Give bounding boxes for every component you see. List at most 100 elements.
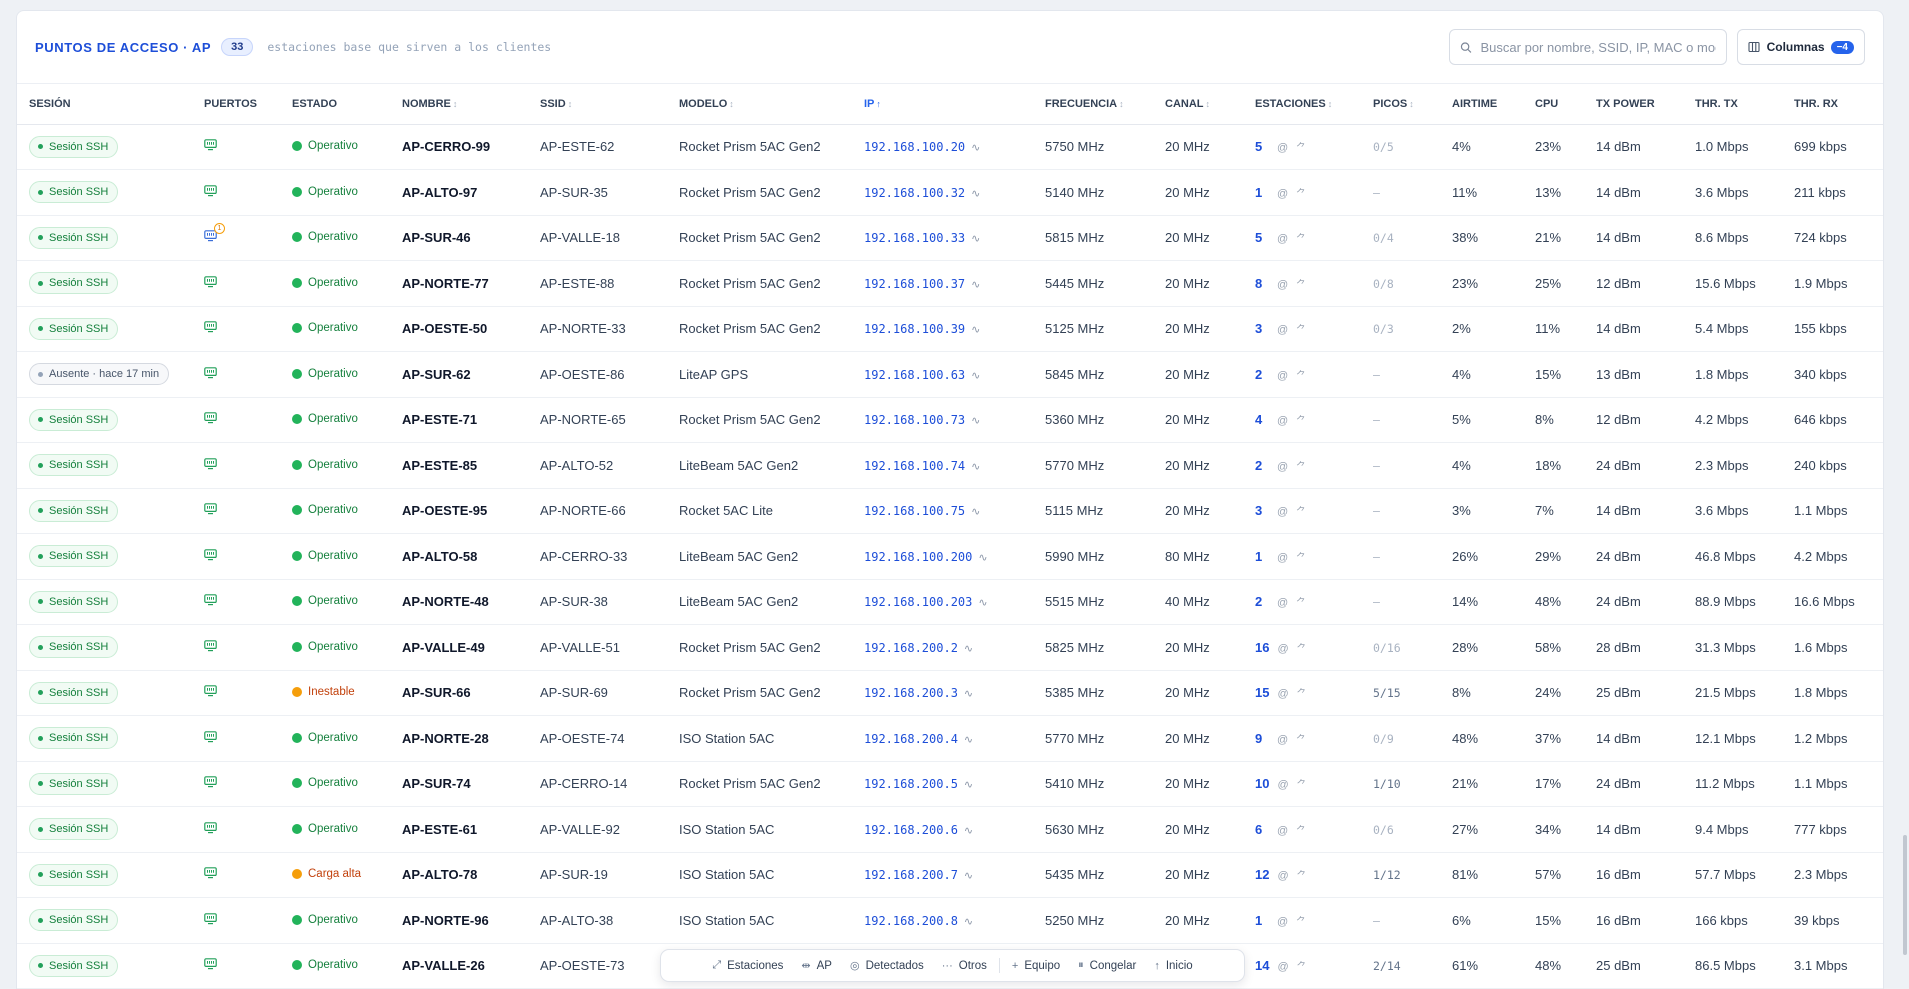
ethernet-port-icon[interactable]: [204, 867, 217, 882]
signal-icon[interactable]: ⺈: [1296, 598, 1306, 609]
ip-link[interactable]: 192.168.200.8: [864, 914, 958, 928]
session-pill[interactable]: Sesión SSH: [29, 636, 119, 659]
ip-link[interactable]: 192.168.200.5: [864, 777, 958, 791]
sort-icon[interactable]: ↕: [1119, 99, 1124, 109]
at-icon[interactable]: @: [1277, 961, 1288, 973]
ip-link[interactable]: 192.168.200.3: [864, 686, 958, 700]
signal-icon[interactable]: ⺈: [1296, 507, 1306, 518]
ip-link[interactable]: 192.168.100.39: [864, 322, 965, 336]
ip-link[interactable]: 192.168.200.7: [864, 868, 958, 882]
at-icon[interactable]: @: [1277, 643, 1288, 655]
at-icon[interactable]: @: [1277, 142, 1288, 154]
ap-name[interactable]: AP-SUR-66: [402, 685, 471, 700]
ethernet-port-icon[interactable]: 1: [204, 223, 225, 245]
ap-name[interactable]: AP-SUR-74: [402, 776, 471, 791]
ethernet-port-icon[interactable]: [204, 503, 217, 518]
signal-icon[interactable]: ⺈: [1296, 416, 1306, 427]
column-header-stations[interactable]: ESTACIONES ↕: [1243, 84, 1361, 125]
toolbar-estaciones-button[interactable]: ⤢ Estaciones: [703, 959, 792, 972]
table-row[interactable]: Sesión SSH Carga alta AP-ALTO-78 AP-SUR-19 I…: [17, 852, 1883, 898]
session-pill[interactable]: Sesión SSH: [29, 272, 119, 295]
ap-name[interactable]: AP-ALTO-97: [402, 185, 477, 200]
toolbar-detectados-button[interactable]: ◎ Detectados: [841, 959, 933, 973]
signal-icon[interactable]: ⺈: [1296, 553, 1306, 564]
stations-count[interactable]: 2: [1255, 458, 1269, 473]
table-row[interactable]: Sesión SSH Operativo AP-NORTE-77 AP-ESTE-88…: [17, 260, 1883, 307]
table-row[interactable]: Sesión SSH Operativo AP-ESTE-85 AP-ALTO-52 L…: [17, 442, 1883, 489]
table-row[interactable]: Sesión SSH Operativo AP-ESTE-71 AP-NORTE-65…: [17, 397, 1883, 443]
table-row[interactable]: Sesión SSH Operativo AP-OESTE-95 AP-NORTE-6…: [17, 488, 1883, 534]
session-pill[interactable]: Sesión SSH: [29, 545, 119, 568]
activity-icon[interactable]: ∿: [964, 825, 973, 837]
stations-count[interactable]: 4: [1255, 412, 1269, 427]
session-pill[interactable]: Sesión SSH: [29, 226, 119, 249]
column-header-ssid[interactable]: SSID ↕: [528, 84, 667, 125]
at-icon[interactable]: @: [1277, 506, 1288, 518]
at-icon[interactable]: @: [1277, 461, 1288, 473]
ip-link[interactable]: 192.168.100.63: [864, 368, 965, 382]
activity-icon[interactable]: ∿: [964, 870, 973, 882]
stations-count[interactable]: 15: [1255, 685, 1269, 700]
column-header-name[interactable]: NOMBRE ↕: [390, 84, 528, 125]
stations-count[interactable]: 3: [1255, 321, 1269, 336]
toolbar-inicio-button[interactable]: ↑ Inicio: [1145, 960, 1201, 972]
columns-button[interactable]: Columnas −4: [1736, 29, 1865, 65]
table-row[interactable]: Sesión SSH Operativo AP-NORTE-96 AP-ALTO-38…: [17, 897, 1883, 944]
at-icon[interactable]: @: [1277, 415, 1288, 427]
at-icon[interactable]: @: [1277, 870, 1288, 882]
ethernet-port-icon[interactable]: [204, 548, 217, 564]
at-icon[interactable]: @: [1277, 734, 1288, 746]
session-pill[interactable]: Sesión SSH: [29, 727, 119, 750]
toolbar-equipo-button[interactable]: + Equipo: [1003, 960, 1069, 972]
signal-icon[interactable]: ⺈: [1297, 962, 1307, 973]
search-box[interactable]: [1448, 29, 1727, 65]
ethernet-port-icon[interactable]: [204, 776, 217, 791]
signal-icon[interactable]: ⺈: [1296, 371, 1306, 382]
column-header-model[interactable]: MODELO ↕: [667, 84, 852, 125]
ap-name[interactable]: AP-SUR-46: [402, 230, 471, 245]
signal-icon[interactable]: ⺈: [1296, 462, 1306, 473]
stations-count[interactable]: 3: [1255, 503, 1269, 518]
sort-icon[interactable]: ↕: [1328, 99, 1333, 109]
ip-link[interactable]: 192.168.100.74: [864, 459, 965, 473]
table-row[interactable]: Sesión SSH Operativo AP-NORTE-48 AP-SUR-38 L…: [17, 579, 1883, 625]
ap-name[interactable]: AP-CERRO-99: [402, 139, 490, 154]
table-row[interactable]: Sesión SSH Operativo AP-SUR-74 AP-CERRO-14 R…: [17, 761, 1883, 807]
activity-icon[interactable]: ∿: [971, 415, 980, 427]
sort-icon[interactable]: ↑: [876, 99, 881, 109]
ethernet-port-icon[interactable]: [204, 275, 217, 291]
toolbar-otros-button[interactable]: ··· Otros: [933, 960, 996, 972]
ip-link[interactable]: 192.168.100.37: [864, 277, 965, 291]
toolbar-congelar-button[interactable]: ⏸ Congelar: [1069, 959, 1145, 972]
sort-icon[interactable]: ↕: [568, 99, 573, 109]
at-icon[interactable]: @: [1277, 688, 1288, 700]
column-header-frequency[interactable]: FRECUENCIA ↕: [1033, 84, 1153, 125]
session-pill[interactable]: Sesión SSH: [29, 454, 119, 477]
session-pill[interactable]: Sesión SSH: [29, 954, 119, 977]
table-row[interactable]: Sesión SSH Operativo AP-ALTO-97 AP-SUR-35 Ro…: [17, 169, 1883, 216]
stations-count[interactable]: 16: [1255, 640, 1269, 655]
ap-name[interactable]: AP-ESTE-85: [402, 458, 477, 473]
sort-icon[interactable]: ↕: [729, 99, 734, 109]
ap-name[interactable]: AP-NORTE-77: [402, 276, 489, 291]
stations-count[interactable]: 6: [1255, 822, 1269, 837]
stations-count[interactable]: 5: [1255, 139, 1269, 154]
ethernet-port-icon[interactable]: [204, 730, 217, 746]
signal-icon[interactable]: ⺈: [1296, 234, 1306, 245]
signal-icon[interactable]: ⺈: [1296, 189, 1306, 200]
scrollbar-thumb[interactable]: [1903, 835, 1907, 955]
session-pill[interactable]: Sesión SSH: [29, 499, 119, 522]
ethernet-port-icon[interactable]: [204, 685, 217, 700]
stations-count[interactable]: 12: [1255, 867, 1269, 882]
ap-name[interactable]: AP-OESTE-95: [402, 503, 487, 518]
activity-icon[interactable]: ∿: [964, 688, 973, 700]
signal-icon[interactable]: ⺈: [1296, 325, 1306, 336]
ip-link[interactable]: 192.168.100.20: [864, 140, 965, 154]
ethernet-port-icon[interactable]: [204, 594, 217, 609]
signal-icon[interactable]: ⺈: [1297, 871, 1307, 882]
ip-link[interactable]: 192.168.100.73: [864, 413, 965, 427]
sort-icon[interactable]: ↕: [1206, 99, 1211, 109]
table-row[interactable]: Sesión SSH Operativo AP-NORTE-28 AP-OESTE-7…: [17, 715, 1883, 762]
signal-icon[interactable]: ⺈: [1296, 280, 1306, 291]
table-row[interactable]: Sesión SSH 1 Operativo AP-SUR-46 AP-VALLE-18…: [17, 215, 1883, 261]
